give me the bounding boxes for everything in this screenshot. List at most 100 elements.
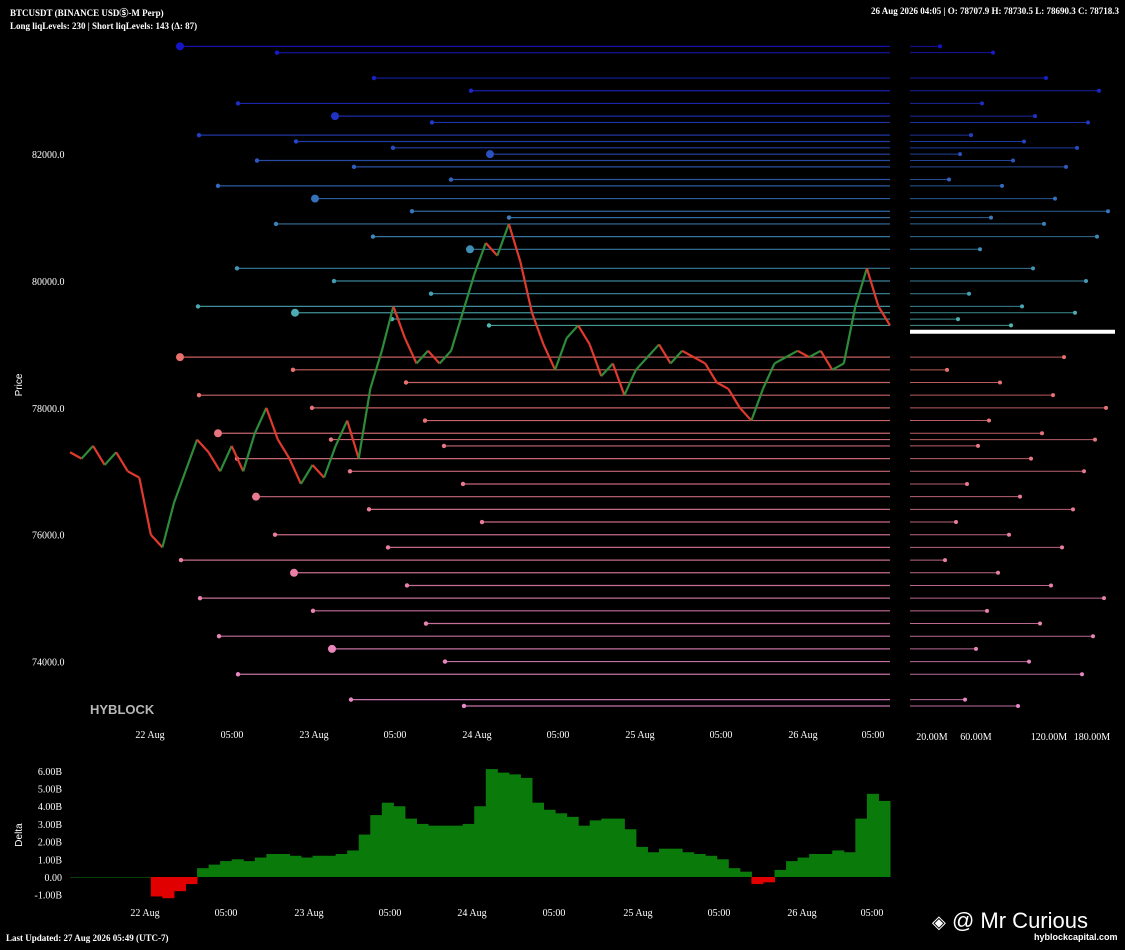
long-liq-dot bbox=[235, 672, 241, 677]
liq-profile-dot bbox=[969, 133, 973, 138]
delta-bar bbox=[543, 809, 556, 877]
delta-bar bbox=[855, 818, 868, 877]
price-segment bbox=[554, 337, 568, 371]
delta-bar bbox=[786, 861, 799, 877]
price-segment bbox=[658, 343, 672, 365]
liq-profile-dot bbox=[1075, 145, 1079, 150]
liq-profile-dot bbox=[965, 481, 969, 486]
delta-bar bbox=[277, 854, 290, 877]
long-liq-dot bbox=[309, 405, 315, 411]
delta-tick-label: 1.00B bbox=[38, 855, 63, 866]
delta-bar bbox=[693, 854, 706, 877]
price-segment bbox=[750, 388, 764, 421]
liq-profile-dot bbox=[985, 608, 989, 613]
delta-bar bbox=[705, 855, 718, 877]
liq-profile-dot bbox=[1060, 545, 1064, 550]
short-liq-dot bbox=[195, 304, 201, 309]
price-segment bbox=[773, 356, 787, 365]
liq-profile-dot bbox=[987, 418, 991, 423]
long-liq-dot bbox=[197, 595, 203, 601]
liq-profile-dot bbox=[1016, 703, 1020, 708]
liq-profile-dot bbox=[1033, 114, 1037, 119]
liq-profile-dot bbox=[996, 570, 1000, 575]
liq-profile-dot bbox=[991, 50, 995, 55]
short-liq-dot bbox=[234, 266, 240, 271]
short-liq-dot bbox=[466, 245, 474, 254]
delta-bar bbox=[670, 848, 683, 877]
long-liq-dot bbox=[442, 659, 448, 664]
time-tick-label: 22 Aug bbox=[135, 730, 164, 741]
liq-profile-dot bbox=[978, 247, 982, 252]
short-liq-dot bbox=[293, 139, 299, 144]
delta-time-tick-label: 05:00 bbox=[543, 908, 566, 919]
long-liq-dot bbox=[423, 621, 429, 626]
delta-tick-label: 3.00B bbox=[38, 820, 63, 831]
price-tick-label: 76000.0 bbox=[32, 531, 65, 542]
delta-bar bbox=[601, 818, 614, 877]
delta-bar bbox=[635, 846, 648, 877]
liq-profile-dot bbox=[938, 44, 942, 49]
delta-time-tick-label: 24 Aug bbox=[457, 908, 486, 919]
price-segment bbox=[854, 268, 868, 307]
time-tick-label: 24 Aug bbox=[462, 730, 491, 741]
short-liq-dot bbox=[486, 323, 492, 328]
liq-profile-dot bbox=[945, 367, 949, 372]
long-liq-dot bbox=[178, 557, 184, 563]
liq-profile-dot bbox=[1062, 355, 1066, 360]
delta-bar bbox=[520, 777, 533, 877]
long-liq-dot bbox=[366, 507, 372, 512]
liq-profile-dot bbox=[1091, 634, 1095, 639]
delta-bar bbox=[220, 861, 233, 877]
price-axis-title: Price bbox=[14, 373, 25, 396]
liq-profile-dot bbox=[947, 177, 951, 182]
delta-time-tick-label: 05:00 bbox=[708, 908, 731, 919]
price-segment bbox=[716, 381, 729, 390]
price-segment bbox=[507, 223, 522, 263]
liq-profile-dot bbox=[1053, 196, 1057, 201]
price-line bbox=[69, 223, 891, 549]
delta-bar bbox=[358, 834, 371, 877]
liq-profile-dot bbox=[1104, 405, 1108, 410]
delta-bar bbox=[809, 854, 822, 877]
short-liq-dot bbox=[274, 50, 280, 55]
short-liq-dot bbox=[254, 158, 260, 163]
liq-profile-dot bbox=[1071, 507, 1075, 512]
liq-profile-dot bbox=[1042, 221, 1046, 226]
delta-bar bbox=[474, 806, 487, 877]
price-segment bbox=[115, 451, 129, 472]
delta-bar bbox=[797, 857, 810, 877]
price-segment bbox=[196, 438, 210, 454]
liq-profile-dot bbox=[1000, 183, 1004, 188]
short-liq-dot bbox=[311, 194, 319, 203]
price-segment bbox=[450, 312, 464, 352]
delta-bar bbox=[566, 816, 579, 877]
diamond-logo-icon: ◈ bbox=[932, 912, 946, 932]
time-tick-label: 26 Aug bbox=[788, 730, 817, 741]
delta-time-tick-label: 05:00 bbox=[379, 908, 402, 919]
long-liq-dot bbox=[290, 568, 298, 577]
long-liq-dot bbox=[176, 353, 184, 362]
liq-profile-dot bbox=[1102, 596, 1106, 601]
delta-bar bbox=[866, 793, 879, 877]
delta-bar bbox=[843, 852, 856, 877]
price-segment bbox=[588, 344, 603, 377]
short-liq-dot bbox=[331, 278, 337, 284]
long-liq-dot bbox=[385, 545, 391, 550]
price-segment bbox=[69, 451, 83, 460]
liquidation-chart[interactable]: 82000.0 80000.0 78000.0 76000.0 74000.0 22 Au… bbox=[0, 0, 1125, 950]
delta-bar bbox=[104, 877, 117, 878]
delta-bar bbox=[878, 800, 891, 877]
time-tick-label: 25 Aug bbox=[625, 730, 654, 741]
long-liq-dot bbox=[310, 608, 316, 614]
short-liq-dot bbox=[448, 177, 454, 182]
long-liq-dot bbox=[461, 703, 467, 709]
liq-profile-dot bbox=[958, 152, 962, 157]
price-segment bbox=[403, 337, 418, 364]
liq-profile-dot bbox=[1011, 158, 1015, 163]
liq-profile-dot bbox=[1080, 672, 1084, 677]
short-liq-dot bbox=[291, 308, 299, 317]
delta-time-tick-label: 26 Aug bbox=[787, 908, 816, 919]
liq-profile-dot bbox=[1106, 209, 1110, 214]
liq-profile-dot bbox=[1009, 323, 1013, 328]
delta-bar bbox=[208, 864, 221, 877]
